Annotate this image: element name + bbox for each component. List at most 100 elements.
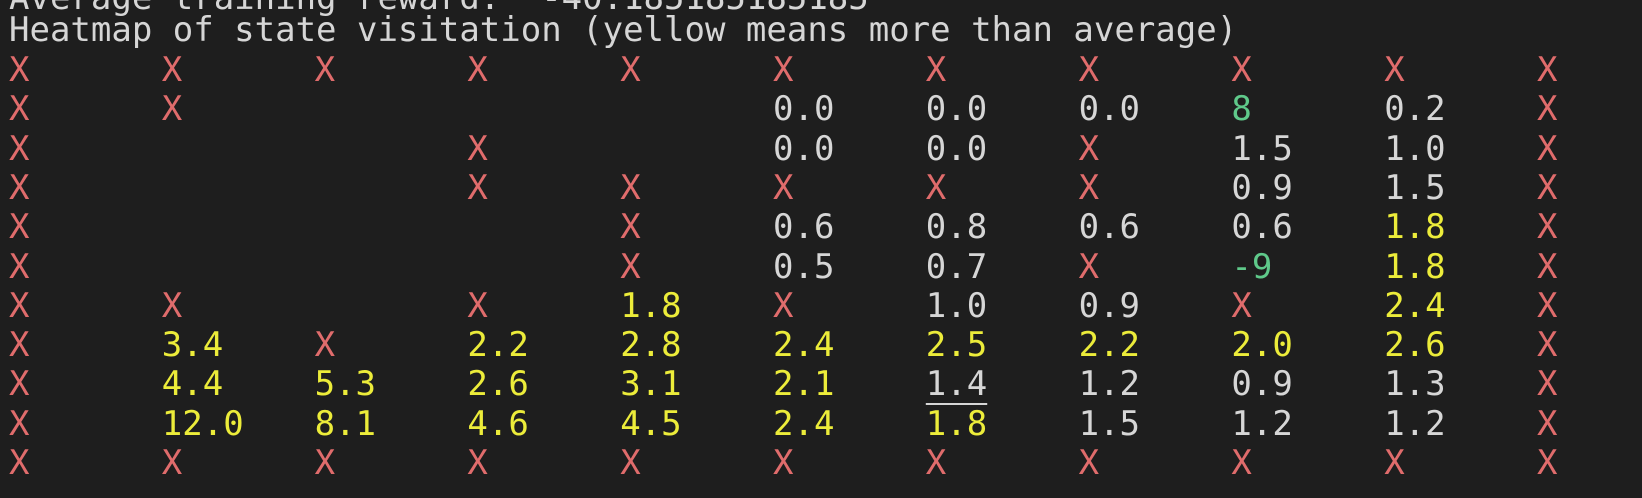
heatmap-cell: 2.5 [925, 325, 988, 366]
wall-cell: X [1537, 443, 1558, 483]
heatmap-cell: 1.5 [1231, 128, 1293, 169]
heatmap-cell: 1.2 [1231, 403, 1293, 444]
heatmap-row: X 4.4 5.3 2.6 3.1 2.1 1.4 1.2 0.9 1.3 X [9, 364, 1642, 405]
heatmap-cell: -9 [1231, 246, 1273, 287]
heatmap-cell: 1.0 [1384, 128, 1446, 169]
heatmap-cell: 1.8 [1384, 207, 1446, 248]
heatmap-cell: 2.6 [1384, 325, 1446, 366]
heatmap-cell: 0.9 [1078, 285, 1141, 326]
wall-cell: X [925, 443, 947, 483]
heatmap-cell: 0.8 [925, 207, 988, 248]
heatmap-cell: 0.6 [1078, 207, 1141, 248]
heatmap-cell: 1.5 [1078, 403, 1141, 444]
heatmap-cell: 1.4 [925, 364, 988, 405]
wall-cell: X [1537, 403, 1558, 444]
heatmap-cell: 0.0 [1078, 89, 1141, 130]
heatmap-cell: 0.0 [773, 89, 835, 130]
wall-cell: X [620, 443, 641, 483]
wall-cell: X [773, 167, 794, 208]
heatmap-cell: 1.2 [1384, 403, 1446, 444]
heatmap-cell: 4.6 [467, 403, 529, 444]
wall-cell: X [161, 443, 183, 483]
heatmap-cell: 8.1 [314, 403, 377, 444]
wall-cell: X [467, 167, 488, 208]
heatmap-cell: 1.8 [620, 285, 682, 326]
heatmap-cell: 1.2 [1078, 364, 1141, 405]
heatmap-row: X X X 1.8 X 1.0 0.9 X 2.4 X [9, 286, 1642, 327]
heatmap-cell: 0.5 [773, 246, 835, 287]
wall-cell: X [620, 167, 641, 208]
wall-cell: X [9, 167, 30, 208]
wall-cell: X [773, 50, 794, 90]
heatmap-cell: 0.9 [1231, 167, 1293, 208]
heatmap-cell: 0.0 [773, 128, 835, 169]
heatmap-cell: 2.4 [773, 403, 835, 444]
wall-cell: X [1537, 325, 1558, 366]
wall-cell: X [161, 50, 183, 90]
heatmap-row: X X 0.0 0.0 0.0 8 0.2 X [9, 89, 1642, 130]
heatmap-row: X X 0.6 0.8 0.6 0.6 1.8 X [9, 207, 1642, 248]
wall-cell: X [1537, 167, 1558, 208]
terminal-window: Average training reward: -40.18518518518… [0, 0, 1642, 498]
wall-cell: X [1537, 246, 1558, 287]
wall-cell: X [1231, 285, 1252, 326]
heatmap-cell: 1.5 [1384, 167, 1446, 208]
wall-cell: X [467, 285, 488, 326]
heatmap-row: XXXXXXXXXXX [9, 50, 1642, 91]
wall-cell: X [467, 128, 488, 169]
heatmap-cell: 12.0 [161, 403, 244, 444]
wall-cell: X [925, 50, 947, 90]
heatmap-cell: 1.8 [925, 403, 988, 444]
wall-cell: X [1231, 50, 1252, 90]
heatmap-row: X X X X X X 0.9 1.5 X [9, 168, 1642, 209]
wall-cell: X [161, 285, 183, 326]
heatmap-row: X X 0.0 0.0 X 1.5 1.0 X [9, 129, 1642, 170]
heatmap-cell: 0.6 [773, 207, 835, 248]
heatmap-cell: 3.1 [620, 364, 682, 405]
heatmap-cell: 2.1 [773, 364, 835, 405]
wall-cell: X [1537, 364, 1558, 405]
wall-cell: X [467, 50, 488, 90]
wall-cell: X [9, 443, 30, 483]
wall-cell: X [1537, 285, 1558, 326]
heatmap-cell: 1.0 [925, 285, 988, 326]
wall-cell: X [9, 128, 30, 169]
wall-cell: X [314, 325, 336, 366]
wall-cell: X [9, 207, 30, 248]
heatmap-cell: 5.3 [314, 364, 377, 405]
wall-cell: X [161, 89, 183, 130]
wall-cell: X [1078, 443, 1100, 483]
heatmap-cell: 2.6 [467, 364, 529, 405]
wall-cell: X [1537, 207, 1558, 248]
wall-cell: X [1537, 50, 1558, 90]
heatmap-row: X X 0.5 0.7 X -9 1.8 X [9, 247, 1642, 288]
wall-cell: X [9, 403, 30, 444]
heatmap-cell: 2.2 [467, 325, 529, 366]
heatmap-cell: 8 [1231, 89, 1252, 130]
heatmap-row: XXXXXXXXXXX [9, 443, 1642, 484]
heatmap-cell: 2.0 [1231, 325, 1293, 366]
heatmap-heading: Heatmap of state visitation (yellow mean… [9, 10, 1238, 50]
wall-cell: X [1384, 443, 1405, 483]
heatmap-cell: 0.9 [1231, 364, 1293, 405]
wall-cell: X [1537, 128, 1558, 169]
wall-cell: X [9, 325, 30, 366]
wall-cell: X [773, 443, 794, 483]
wall-cell: X [773, 285, 794, 326]
heatmap-cell: 2.4 [1384, 285, 1446, 326]
wall-cell: X [9, 246, 30, 287]
wall-cell: X [1078, 50, 1100, 90]
heatmap-cell: 2.8 [620, 325, 682, 366]
wall-cell: X [620, 246, 641, 287]
heatmap-row: X 12.0 8.1 4.6 4.5 2.4 1.8 1.5 1.2 1.2 X [9, 404, 1642, 445]
wall-cell: X [1078, 246, 1100, 287]
heatmap-cell: 4.4 [161, 364, 224, 405]
wall-cell: X [1384, 50, 1405, 90]
wall-cell: X [9, 364, 30, 405]
wall-cell: X [467, 443, 488, 483]
wall-cell: X [9, 89, 30, 130]
heatmap-cell: 0.6 [1231, 207, 1293, 248]
heatmap-cell: 4.5 [620, 403, 682, 444]
wall-cell: X [620, 207, 641, 248]
heatmap-row: X 3.4 X 2.2 2.8 2.4 2.5 2.2 2.0 2.6 X [9, 325, 1642, 366]
